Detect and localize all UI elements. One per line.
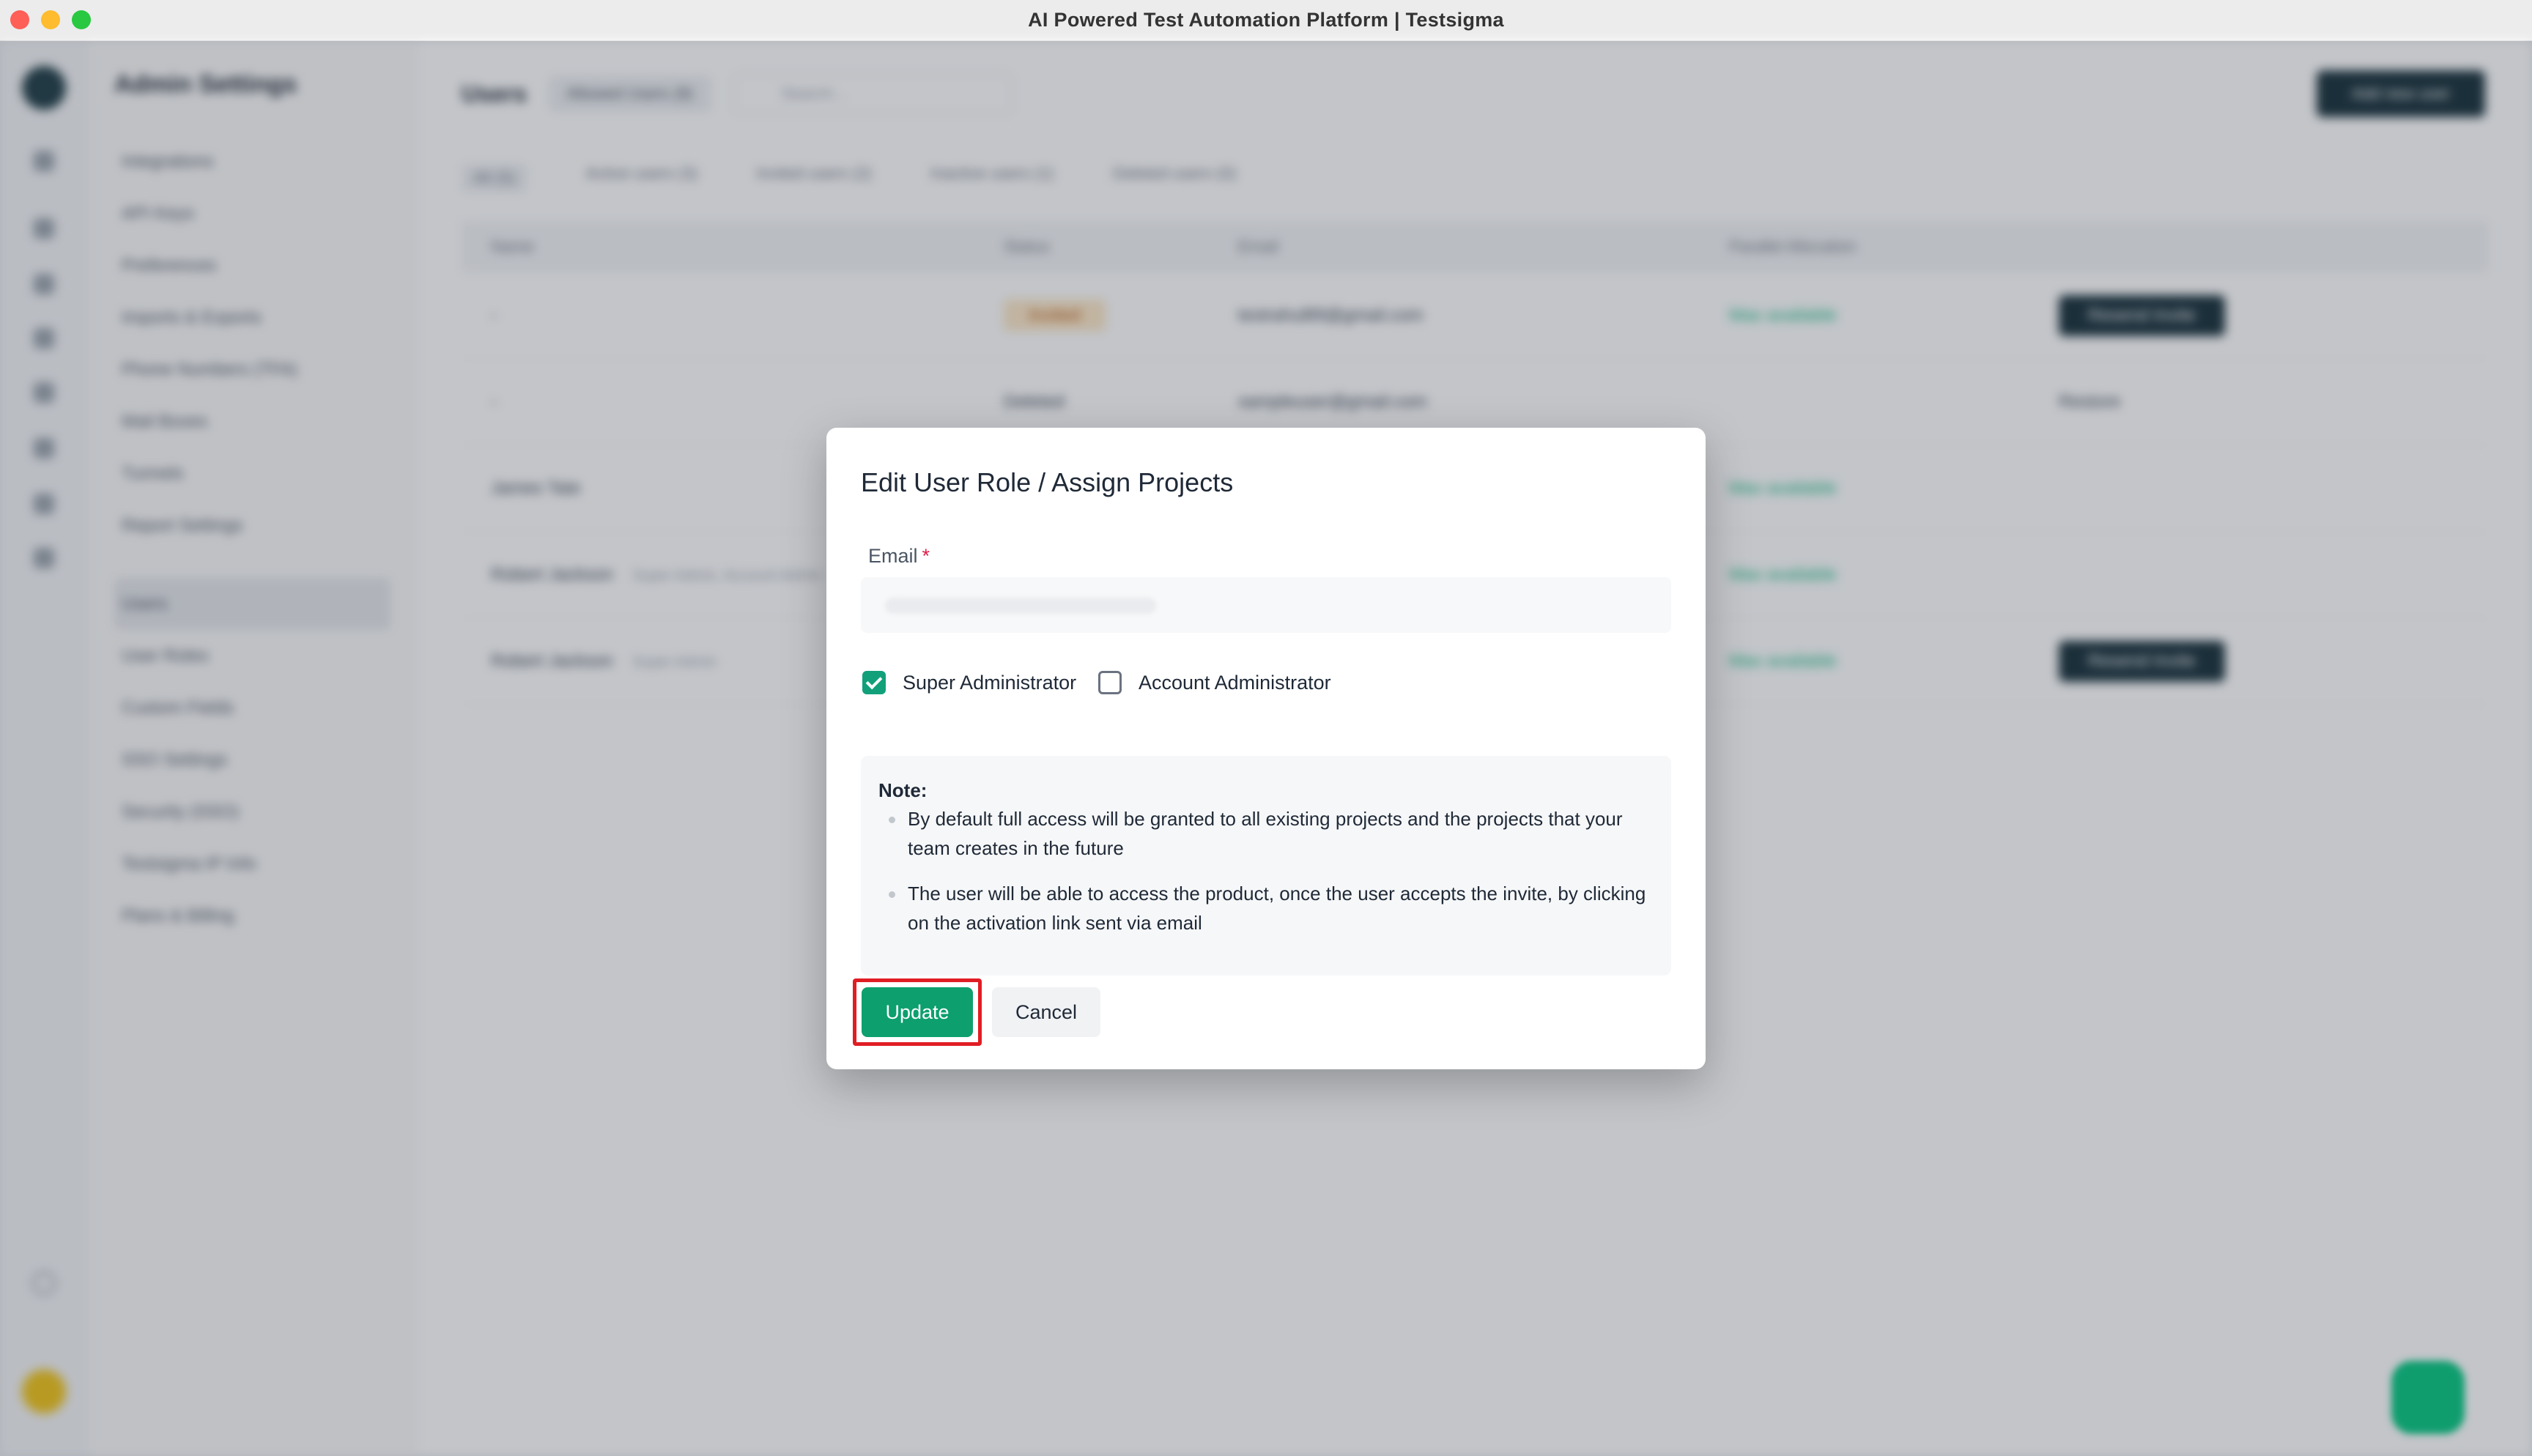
chat-icon[interactable] <box>2391 1361 2465 1434</box>
note-item: By default full access will be granted t… <box>889 804 1648 863</box>
edit-user-role-dialog: Edit User Role / Assign Projects Email * … <box>826 428 1706 1069</box>
super-administrator-label[interactable]: Super Administrator <box>903 671 1076 694</box>
required-marker: * <box>922 545 930 567</box>
note-box: Note: By default full access will be gra… <box>861 756 1671 976</box>
note-title: Note: <box>878 779 928 801</box>
account-administrator-checkbox[interactable] <box>1098 671 1122 694</box>
update-button[interactable]: Update <box>862 987 973 1037</box>
super-administrator-checkbox[interactable] <box>862 671 886 694</box>
cancel-button[interactable]: Cancel <box>992 987 1100 1037</box>
minimize-window-button[interactable] <box>41 10 60 29</box>
note-item: The user will be able to access the prod… <box>889 879 1648 937</box>
email-value-redacted <box>885 598 1156 614</box>
window-controls <box>10 10 91 29</box>
window-titlebar: AI Powered Test Automation Platform | Te… <box>0 0 2532 41</box>
dialog-title: Edit User Role / Assign Projects <box>861 467 1234 497</box>
email-label-text: Email <box>868 545 918 567</box>
zoom-window-button[interactable] <box>72 10 91 29</box>
account-administrator-label[interactable]: Account Administrator <box>1139 671 1331 694</box>
close-window-button[interactable] <box>10 10 29 29</box>
email-label: Email * <box>868 545 930 568</box>
window-title: AI Powered Test Automation Platform | Te… <box>1028 9 1504 31</box>
